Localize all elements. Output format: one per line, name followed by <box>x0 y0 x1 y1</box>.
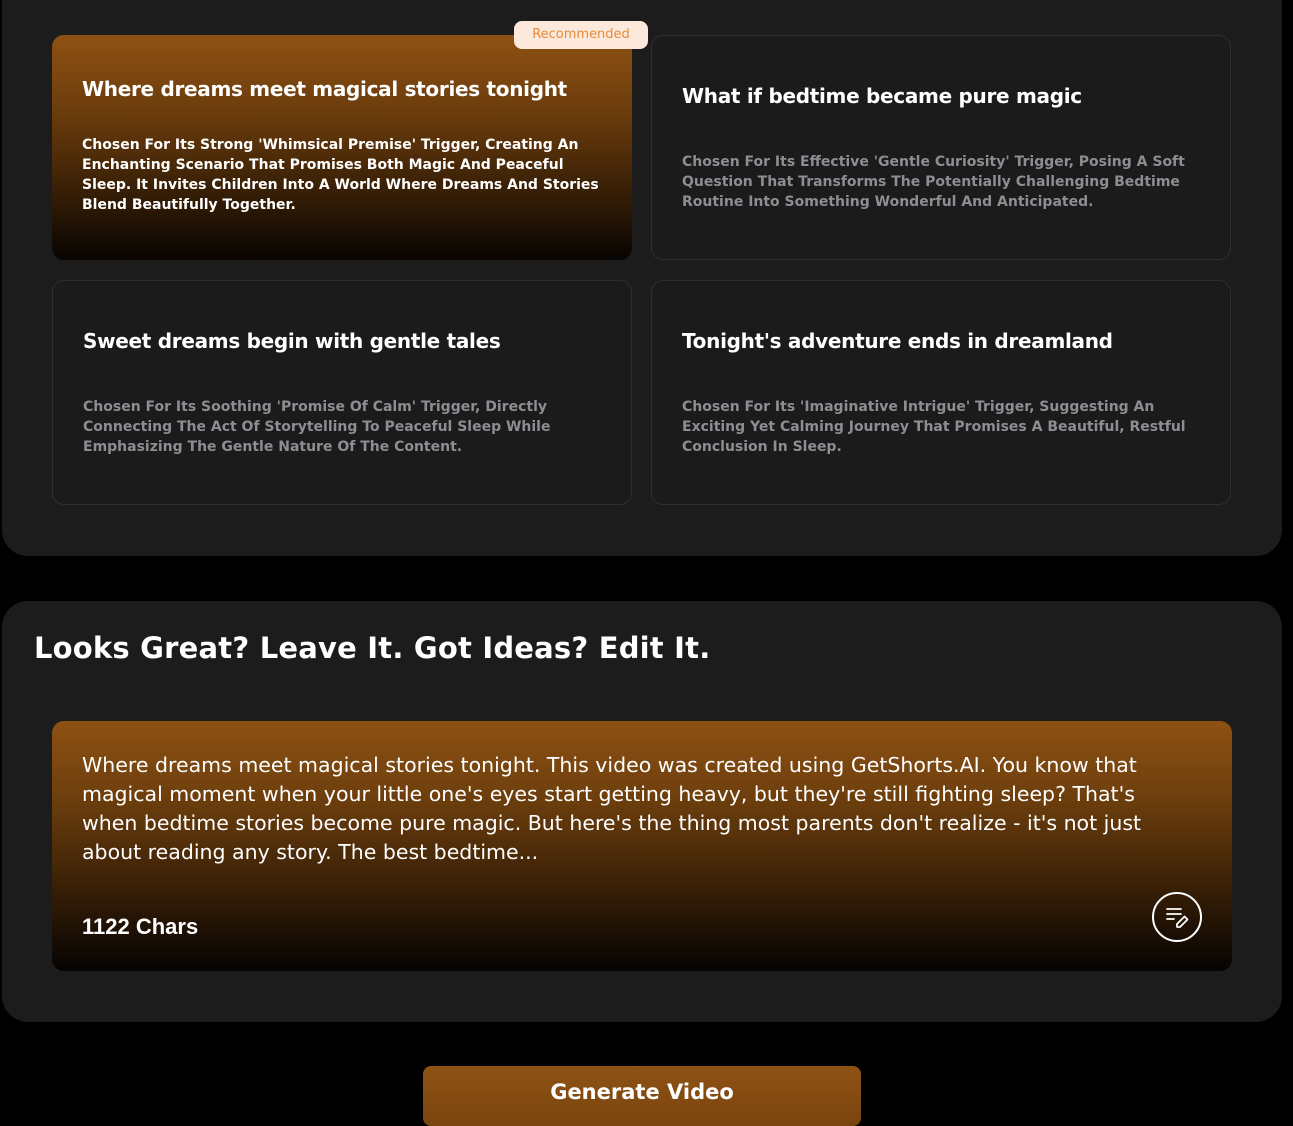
recommended-badge: Recommended <box>514 21 648 49</box>
hook-card-title: What if bedtime became pure magic <box>682 84 1082 108</box>
hook-options-panel: Where dreams meet magical stories tonigh… <box>2 0 1282 556</box>
hook-card-title: Sweet dreams begin with gentle tales <box>83 329 501 353</box>
hook-card-title: Where dreams meet magical stories tonigh… <box>82 77 567 101</box>
hook-card-description: Chosen For Its Soothing 'Promise Of Calm… <box>83 399 551 455</box>
hook-card-4[interactable]: Tonight's adventure ends in dreamland Ch… <box>651 280 1231 505</box>
edit-script-icon <box>1166 908 1189 928</box>
script-preview[interactable]: Where dreams meet magical stories tonigh… <box>52 721 1232 971</box>
generate-video-button[interactable]: Generate Video <box>423 1066 861 1126</box>
char-count: 1122 Chars <box>82 914 199 939</box>
hook-card-1[interactable]: Where dreams meet magical stories tonigh… <box>52 35 632 260</box>
hook-card-description: Chosen For Its Strong 'Whimsical Premise… <box>82 137 599 213</box>
script-panel: Looks Great? Leave It. Got Ideas? Edit I… <box>2 601 1282 1022</box>
hook-card-3[interactable]: Sweet dreams begin with gentle tales Cho… <box>52 280 632 505</box>
section-heading: Looks Great? Leave It. Got Ideas? Edit I… <box>34 631 711 665</box>
hook-card-2[interactable]: What if bedtime became pure magic Chosen… <box>651 35 1231 260</box>
hook-card-description: Chosen For Its Effective 'Gentle Curiosi… <box>682 154 1185 210</box>
hook-card-title: Tonight's adventure ends in dreamland <box>682 329 1113 353</box>
script-text: Where dreams meet magical stories tonigh… <box>82 753 1142 864</box>
edit-script-button[interactable] <box>1152 892 1202 942</box>
hook-card-description: Chosen For Its 'Imaginative Intrigue' Tr… <box>682 399 1186 455</box>
